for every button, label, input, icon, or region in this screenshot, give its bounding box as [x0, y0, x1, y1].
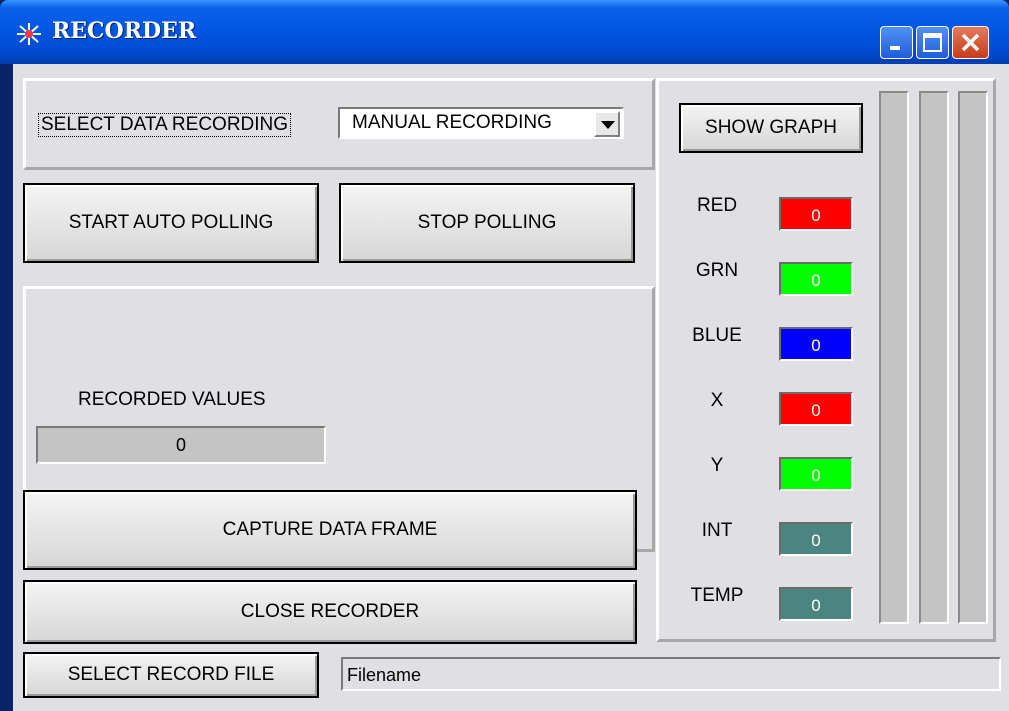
channel-label-temp: TEMP — [690, 585, 744, 606]
channel-value-x: 0 — [779, 392, 853, 426]
minimize-button[interactable] — [880, 26, 913, 59]
channel-value-int: 0 — [779, 522, 853, 556]
title-bar[interactable]: RECORDER — [0, 0, 1009, 64]
show-graph-button[interactable]: SHOW GRAPH — [679, 103, 863, 153]
capture-data-frame-button[interactable]: CAPTURE DATA FRAME — [23, 490, 637, 570]
filename-value: Filename — [347, 665, 422, 685]
dropdown-arrow-icon[interactable] — [594, 111, 620, 137]
channel-value-temp: 0 — [779, 587, 853, 621]
minimize-icon — [890, 46, 900, 50]
channel-value-y: 0 — [779, 457, 853, 491]
maximize-icon — [923, 33, 942, 52]
close-icon — [961, 33, 980, 52]
channel-value-grn: 0 — [779, 262, 853, 296]
level-bar-1 — [879, 91, 909, 624]
channel-label-grn: GRN — [695, 260, 739, 281]
channel-label-int: INT — [701, 520, 733, 541]
client-area: SELECT DATA RECORDING MANUAL RECORDING S… — [13, 64, 1009, 711]
stop-polling-button[interactable]: STOP POLLING — [339, 183, 635, 263]
close-recorder-button[interactable]: CLOSE RECORDER — [23, 580, 637, 644]
channel-label-y: Y — [710, 455, 724, 476]
channel-value-red: 0 — [779, 197, 853, 231]
recorder-window: RECORDER SELECT DATA RECORDING MANUAL RE… — [0, 0, 1009, 711]
filename-field[interactable]: Filename — [341, 657, 1001, 691]
window-title: RECORDER — [52, 18, 197, 44]
start-auto-polling-button[interactable]: START AUTO POLLING — [23, 183, 319, 263]
level-bar-3 — [958, 91, 988, 624]
select-record-file-button[interactable]: SELECT RECORD FILE — [23, 652, 319, 698]
level-bar-2 — [919, 91, 949, 624]
recorded-values-label: RECORDED VALUES — [78, 389, 266, 410]
close-window-button[interactable] — [952, 26, 989, 59]
recording-mode-panel: SELECT DATA RECORDING MANUAL RECORDING — [23, 78, 655, 170]
channel-value-blue: 0 — [779, 327, 853, 361]
maximize-button[interactable] — [916, 26, 949, 59]
recording-mode-select[interactable]: MANUAL RECORDING — [338, 107, 624, 139]
color-values-panel: SHOW GRAPH RED 0 GRN 0 BLUE 0 X 0 Y 0 INT 0 TEMP 0 — [656, 78, 996, 642]
recording-mode-value: MANUAL RECORDING — [352, 112, 552, 133]
recorded-values-display: 0 — [36, 426, 326, 464]
channel-label-blue: BLUE — [692, 325, 742, 346]
select-data-recording-label: SELECT DATA RECORDING — [38, 113, 292, 137]
channel-label-x: X — [710, 390, 724, 411]
channel-label-red: RED — [696, 195, 738, 216]
sparkle-icon — [17, 23, 41, 45]
